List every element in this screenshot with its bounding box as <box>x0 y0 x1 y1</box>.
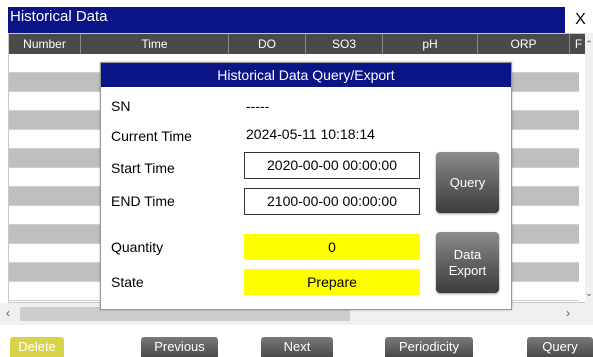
quantity-value: 0 <box>244 234 420 260</box>
state-label: State <box>111 274 144 290</box>
delete-button[interactable]: Delete <box>10 337 64 357</box>
scroll-down-icon[interactable]: ⌄ <box>585 288 593 299</box>
end-time-field[interactable]: 2100-00-00 00:00:00 <box>244 188 420 215</box>
quantity-label: Quantity <box>111 239 164 255</box>
dialog-title: Historical Data Query/Export <box>101 63 511 87</box>
scroll-left-icon[interactable]: ‹ <box>6 306 10 320</box>
query-button[interactable]: Query <box>436 152 499 213</box>
query-bottom-button[interactable]: Query <box>527 337 593 357</box>
query-export-dialog: Historical Data Query/Export SN ----- Cu… <box>100 62 512 310</box>
column-header-so3[interactable]: SO3 <box>306 34 383 54</box>
column-header-orp[interactable]: ORP <box>478 34 570 54</box>
column-header-number[interactable]: Number <box>9 34 81 54</box>
scroll-right-icon[interactable]: › <box>566 306 570 320</box>
current-time-label: Current Time <box>111 128 192 144</box>
window-titlebar: Historical Data X <box>0 0 593 33</box>
start-time-label: Start Time <box>111 160 175 176</box>
export-button-line1: Data <box>453 246 482 262</box>
column-header-ph[interactable]: pH <box>383 34 478 54</box>
sn-label: SN <box>111 98 131 114</box>
table-header: Number Time DO SO3 pH ORP F <box>9 34 585 54</box>
scroll-up-icon[interactable]: ⌃ <box>585 39 593 50</box>
vertical-scrollbar[interactable]: ⌃ ⌄ <box>585 33 593 303</box>
data-export-button[interactable]: Data Export <box>436 232 499 293</box>
current-time-value: 2024-05-11 10:18:14 <box>246 126 375 142</box>
state-value: Prepare <box>244 269 420 295</box>
column-header-do[interactable]: DO <box>229 34 306 54</box>
periodicity-button[interactable]: Periodicity <box>385 337 473 357</box>
column-header-time[interactable]: Time <box>81 34 229 54</box>
close-button[interactable]: X <box>568 7 593 33</box>
window-title: Historical Data <box>10 8 108 25</box>
next-button[interactable]: Next <box>261 337 333 357</box>
start-time-field[interactable]: 2020-00-00 00:00:00 <box>244 152 420 179</box>
end-time-label: END Time <box>111 193 175 209</box>
sn-value: ----- <box>246 98 270 114</box>
column-header-f[interactable]: F <box>570 34 585 54</box>
previous-button[interactable]: Previous <box>141 337 218 357</box>
export-button-line2: Export <box>448 262 487 278</box>
